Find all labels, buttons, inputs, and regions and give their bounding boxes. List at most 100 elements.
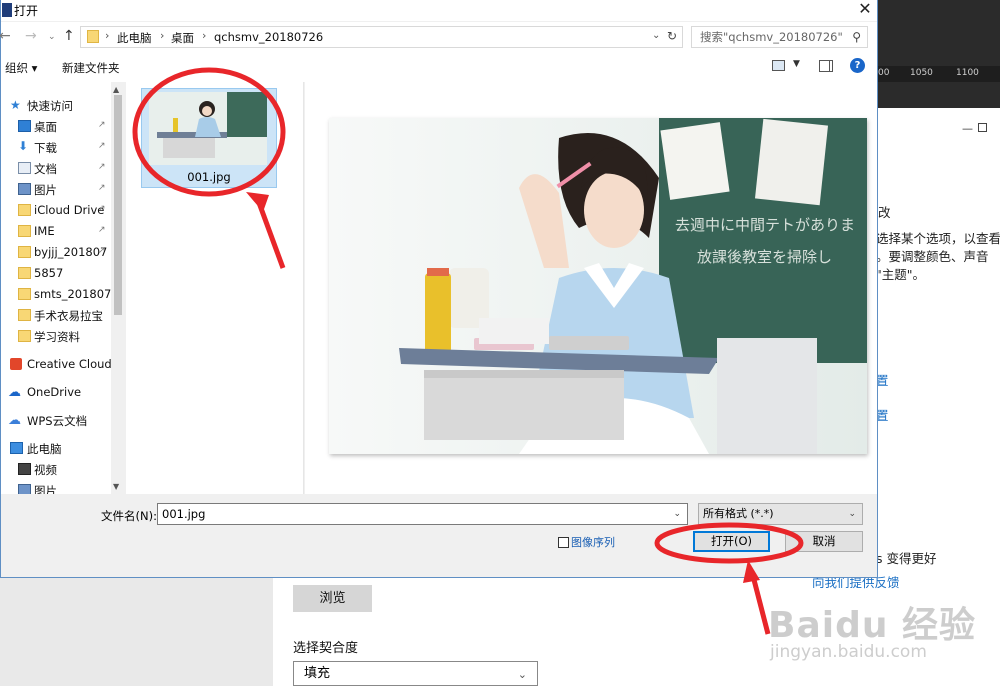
video-icon — [18, 463, 31, 475]
nav-label: Creative Cloud F — [27, 357, 122, 371]
folder-icon — [18, 288, 31, 300]
settings-text: "主题"。 — [876, 267, 925, 282]
file-name: 001.jpg — [187, 170, 231, 184]
nav-label: 图片 — [34, 183, 57, 197]
pin-icon: ↗ — [98, 183, 106, 193]
file-item[interactable]: 001.jpg — [141, 88, 277, 188]
nav-label: 快速访问 — [27, 99, 73, 113]
open-file-dialog: 打开 ✕ ← → ⌄ ↑ › 此电脑 › 桌面 › qchsmv_2018072… — [0, 0, 878, 578]
pin-icon: ↗ — [98, 120, 106, 130]
folder-icon — [18, 225, 31, 237]
chevron-down-icon[interactable]: ⌄ — [673, 504, 681, 524]
chevron-down-icon[interactable]: ▼ — [793, 59, 800, 69]
preview-pane: 去週中に中間テトがありま 放課後教室を掃除し — [305, 82, 877, 494]
cancel-button[interactable]: 取消 — [785, 531, 863, 552]
pin-icon: ↗ — [98, 246, 106, 256]
breadcrumb-this-pc[interactable]: 此电脑 — [117, 30, 152, 46]
nav-label: 文档 — [34, 162, 57, 176]
nav-label: byjjj_201807 — [34, 245, 108, 259]
folder-icon — [18, 204, 31, 216]
nav-label: OneDrive — [27, 385, 82, 399]
open-button[interactable]: 打开(O) — [693, 531, 770, 552]
file-list-pane: 001.jpg — [126, 82, 304, 494]
search-input[interactable]: 搜索"qchsmv_20180726" ⚲ — [691, 26, 868, 48]
background-sidebar — [0, 578, 273, 686]
nav-label: WPS云文档 — [27, 414, 88, 428]
search-icon[interactable]: ⚲ — [852, 27, 861, 47]
breadcrumb-separator: › — [160, 29, 165, 42]
chevron-down-icon: ⌄ — [848, 509, 856, 519]
scroll-up-icon[interactable]: ▲ — [113, 85, 119, 94]
browse-button[interactable]: 浏览 — [293, 585, 372, 612]
background-settings-window: — 改 选择某个选项，以查看 。要调整颜色、声音 "主题"。 置 置 s 变得更… — [876, 108, 1000, 578]
chalkboard-text: 去週中に中間テトがありま — [675, 216, 855, 234]
change-view-icon[interactable] — [772, 60, 785, 71]
pin-icon: ↗ — [98, 141, 106, 151]
filetype-value: 所有格式 (*.*) — [703, 507, 774, 520]
desktop-icon — [18, 120, 31, 132]
app-logo-icon — [2, 3, 12, 17]
settings-text: 改 — [878, 205, 891, 220]
folder-icon — [18, 330, 31, 342]
nav-label: 图片 — [34, 484, 57, 494]
dialog-toolbar: 组织 ▾ 新建文件夹 ▼ ? — [1, 52, 877, 82]
up-arrow-icon[interactable]: ↑ — [63, 28, 75, 44]
back-arrow-icon[interactable]: ← — [0, 28, 11, 44]
background-ruler: 00 1050 1100 — [876, 66, 1000, 82]
breadcrumb-folder[interactable]: qchsmv_20180726 — [214, 30, 323, 44]
pin-icon: ↗ — [98, 162, 106, 172]
folder-icon — [18, 309, 31, 321]
ruler-label: 00 — [878, 68, 890, 78]
refresh-icon[interactable]: ↻ — [667, 29, 677, 43]
breadcrumb-separator: › — [202, 29, 207, 42]
nav-scroll-thumb[interactable] — [114, 95, 122, 315]
navigation-pane: ★ 快速访问 桌面 ↗ ⬇ 下载 ↗ 文档 ↗ 图片 ↗ iCloud Drive ↗ IME ↗ byj… — [1, 82, 125, 494]
filename-label: 文件名(N): — [101, 509, 157, 523]
ruler-label: 1050 — [910, 68, 933, 78]
fit-label: 选择契合度 — [293, 641, 359, 656]
filename-input[interactable]: 001.jpg ⌄ — [157, 503, 688, 525]
pictures-icon — [18, 484, 31, 494]
chevron-down-icon[interactable]: ⌄ — [652, 30, 660, 41]
fit-select-value: 填充 — [304, 666, 331, 681]
download-icon: ⬇ — [18, 139, 29, 153]
search-placeholder: 搜索"qchsmv_20180726" — [700, 30, 843, 44]
file-thumbnail — [149, 92, 267, 165]
pictures-icon — [18, 183, 31, 195]
image-sequence-checkbox[interactable] — [558, 537, 569, 548]
creative-cloud-icon — [10, 358, 22, 370]
recent-locations-icon[interactable]: ⌄ — [48, 32, 56, 42]
preview-pane-icon[interactable] — [819, 60, 833, 72]
baidu-watermark: Baidu 经验 — [768, 605, 977, 646]
maximize-icon[interactable] — [978, 123, 987, 132]
nav-label: 此电脑 — [27, 442, 62, 456]
help-icon[interactable]: ? — [850, 58, 865, 73]
preview-image: 去週中に中間テトがありま 放課後教室を掃除し — [329, 118, 867, 454]
breadcrumb-desktop[interactable]: 桌面 — [171, 30, 194, 46]
nav-label: 学习资料 — [34, 330, 80, 344]
forward-arrow-icon[interactable]: → — [25, 28, 37, 44]
nav-label: 桌面 — [34, 120, 57, 134]
star-icon: ★ — [10, 98, 21, 112]
scroll-down-icon[interactable]: ▼ — [113, 482, 119, 491]
new-folder-button[interactable]: 新建文件夹 — [62, 60, 120, 76]
feedback-heading: s 变得更好 — [876, 551, 937, 566]
wps-cloud-icon: ☁ — [8, 413, 21, 428]
address-bar[interactable]: › 此电脑 › 桌面 › qchsmv_20180726 ⌄ ↻ — [80, 26, 683, 48]
minimize-icon[interactable]: — — [962, 122, 976, 136]
filetype-select[interactable]: 所有格式 (*.*) ⌄ — [698, 503, 863, 525]
documents-icon — [18, 162, 31, 174]
background-app-canvas — [876, 0, 1000, 108]
folder-icon — [87, 30, 99, 43]
fit-select[interactable]: 填充 ⌄ — [293, 661, 538, 686]
close-button[interactable]: ✕ — [853, 0, 877, 19]
image-sequence-label[interactable]: 图像序列 — [571, 534, 615, 550]
filename-value: 001.jpg — [162, 507, 206, 521]
ruler-label: 1100 — [956, 68, 979, 78]
nav-label: IME — [34, 224, 55, 238]
settings-text: 选择某个选项，以查看 — [876, 231, 1000, 246]
pin-icon: ↗ — [98, 225, 106, 235]
baidu-watermark-url: jingyan.baidu.com — [770, 642, 927, 662]
organize-menu[interactable]: 组织 ▾ — [5, 60, 37, 76]
chalkboard-text: 放課後教室を掃除し — [697, 248, 832, 266]
